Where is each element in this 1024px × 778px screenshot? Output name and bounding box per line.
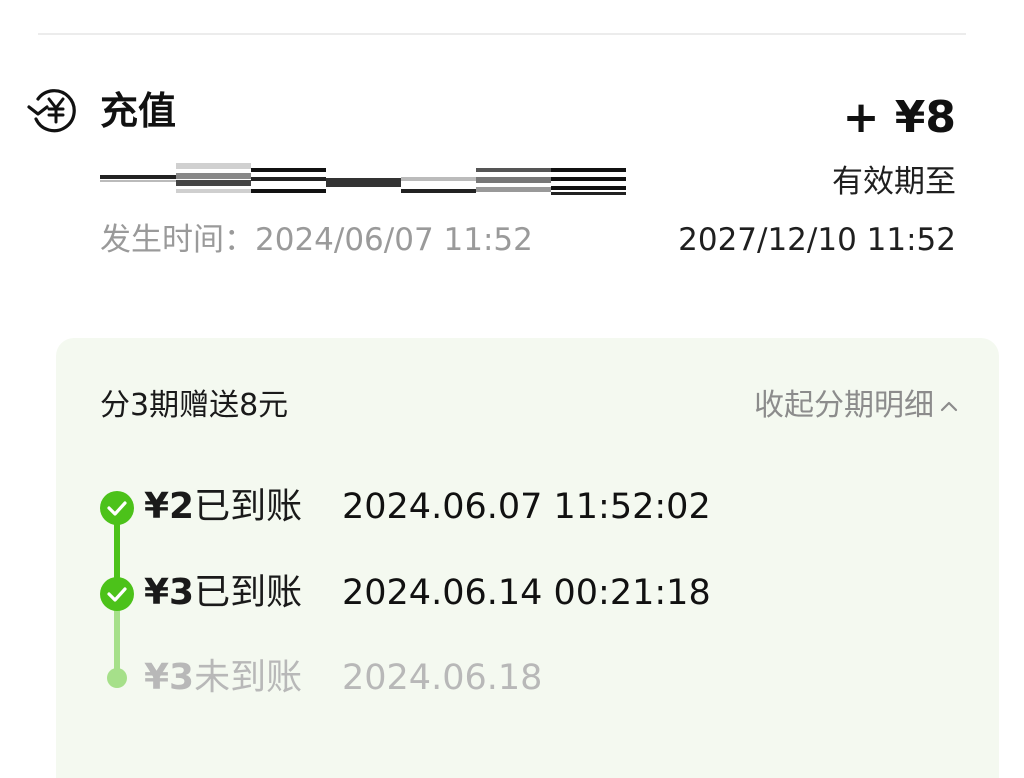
check-circle-icon — [100, 491, 134, 525]
check-circle-icon — [100, 577, 134, 611]
installment-row-3-date: 2024.06.18 — [342, 658, 543, 698]
installment-row-3-amount: ¥3未到账 — [144, 656, 302, 700]
installment-row-2-date: 2024.06.14 00:21:18 — [342, 573, 711, 613]
installment-status: 已到账 — [194, 486, 303, 527]
installment-title: 分3期赠送8元 — [100, 388, 289, 423]
installment-row-1-amount: ¥2已到账 — [144, 485, 302, 529]
occurred-value: 2024/06/07 11:52 — [255, 222, 533, 258]
transaction-amount: + ¥8 — [842, 92, 956, 143]
installment-status: 未到账 — [194, 657, 303, 698]
top-divider — [38, 33, 966, 35]
occurred-time: 发生时间：2024/06/07 11:52 — [100, 220, 533, 260]
installment-amount: ¥2 — [144, 486, 195, 527]
installment-row-2-amount: ¥3已到账 — [144, 571, 302, 615]
installment-amount: ¥3 — [144, 657, 195, 698]
collapse-details-button[interactable]: 收起分期明细 — [754, 386, 958, 426]
pending-dot — [107, 668, 127, 688]
transaction-title: 充值 — [100, 89, 177, 133]
yen-exchange-icon — [27, 89, 76, 133]
chevron-up-icon — [940, 401, 958, 412]
installment-amount: ¥3 — [144, 572, 195, 613]
installment-status: 已到账 — [194, 572, 303, 613]
redacted-text — [100, 163, 626, 195]
expiry-date: 2027/12/10 11:52 — [678, 222, 956, 258]
timeline-line-pending — [114, 604, 120, 674]
installment-row-1-date: 2024.06.07 11:52:02 — [342, 487, 711, 527]
collapse-label: 收起分期明细 — [754, 388, 934, 423]
occurred-label: 发生时间： — [100, 222, 255, 258]
expiry-label: 有效期至 — [832, 164, 956, 200]
